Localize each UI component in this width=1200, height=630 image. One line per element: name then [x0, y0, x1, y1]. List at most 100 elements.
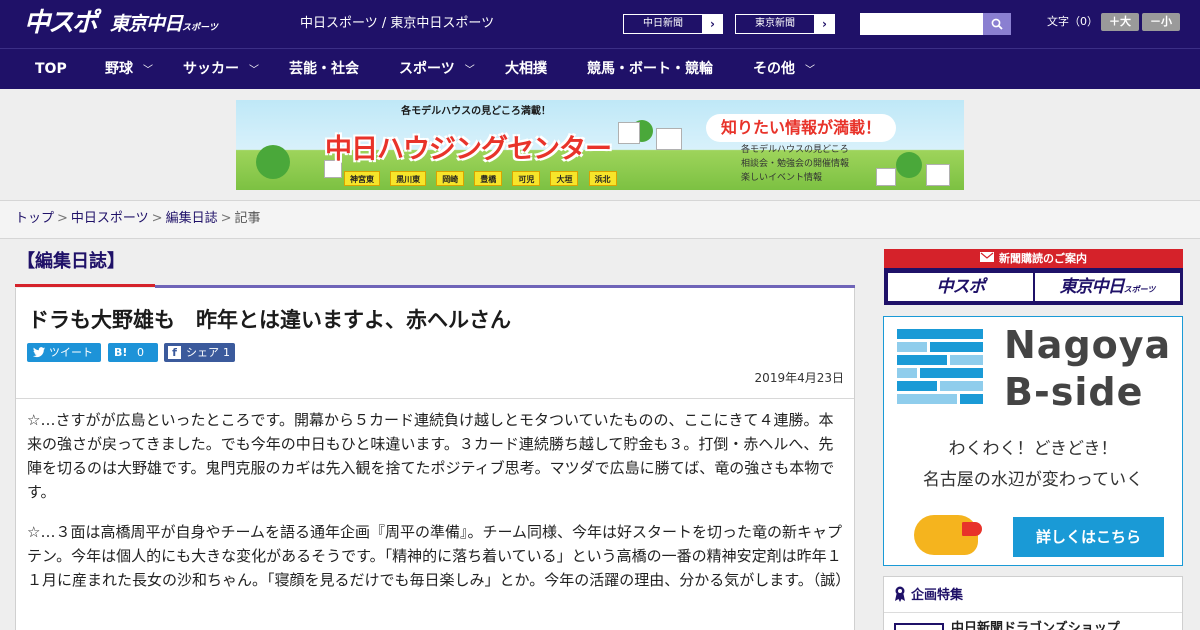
- nav-label: 野球: [105, 61, 133, 77]
- chevron-down-icon: ﹀: [249, 65, 259, 76]
- nav-label: 大相撲: [505, 61, 547, 77]
- nav-item-sumo[interactable]: 大相撲: [505, 49, 547, 89]
- tokyo-chunichi-logo-small: スポーツ: [182, 23, 218, 33]
- nav-label: その他: [753, 61, 795, 77]
- nav-item-top[interactable]: TOP: [35, 49, 67, 89]
- tile: [920, 368, 983, 378]
- subscribe-tokyo-chunichi-small: スポーツ: [1123, 285, 1156, 294]
- ad-city-list: 神宮東 黒川東 岡崎 豊橋 可児 大垣 浜北: [344, 167, 622, 186]
- nav-label: 芸能・社会: [289, 61, 359, 77]
- tweet-button[interactable]: ツイート: [27, 343, 101, 362]
- search-input[interactable]: [860, 13, 983, 35]
- tile: [897, 368, 917, 378]
- nav-item-soccer[interactable]: サッカー ﹀: [183, 49, 259, 89]
- chunichi-shimbun-link[interactable]: 中日新聞 ›: [622, 13, 724, 35]
- tile: [897, 355, 947, 365]
- facebook-share-label: シェア: [186, 346, 219, 359]
- nagoya-bside-ad[interactable]: Nagoya B-side わくわく！どきどき！ 名古屋の水辺が変わっていく 詳…: [883, 316, 1183, 566]
- hatena-icon: B!: [114, 346, 128, 359]
- chevron-right-icon: ›: [822, 17, 827, 31]
- nagoya-copy-line1: わくわく！どきどき！: [948, 439, 1118, 459]
- brick-tile-logo: [897, 329, 983, 413]
- article: ドラも大野雄も 昨年とは違いますよ、赤ヘルさん ツイート B! 0 f シェア …: [15, 288, 855, 630]
- feature-item-thumbnail[interactable]: [894, 623, 944, 630]
- breadcrumb-editorial-diary[interactable]: 編集日誌: [166, 211, 218, 226]
- ad-title: 中日ハウジングセンター: [325, 134, 612, 165]
- ad-city: 神宮東: [344, 171, 380, 186]
- hatena-bookmark-button[interactable]: B! 0: [108, 343, 158, 362]
- font-size-label: 文字（0）: [1047, 15, 1098, 28]
- housing-center-ad[interactable]: 各モデルハウスの見どころ満載！ 中日ハウジングセンター 知りたい情報が満載！ 各…: [236, 100, 964, 190]
- feature-box: 企画特集 中日新聞ドラゴンズショップ: [883, 576, 1183, 630]
- article-paragraph: ☆…３面は高橋周平が自身やチームを語る通年企画『周平の準備』。チーム同様、今年は…: [27, 523, 851, 589]
- nagoya-copy-line2: 名古屋の水辺が変わっていく: [922, 470, 1144, 490]
- facebook-share-button[interactable]: f シェア 1: [164, 343, 235, 362]
- tweet-label: ツイート: [49, 346, 93, 359]
- main-nav: TOP 野球 ﹀ サッカー ﹀ 芸能・社会 スポーツ ﹀ 大相撲 競馬・ボート・競輪 …: [0, 48, 1200, 89]
- tile: [897, 381, 937, 391]
- breadcrumb-current: 記事: [234, 211, 261, 226]
- hatena-count: 0: [137, 346, 144, 359]
- article-divider: [16, 398, 854, 399]
- chevron-down-icon: ﹀: [464, 65, 475, 76]
- ad-city: 黒川東: [390, 171, 427, 186]
- ad-city: 浜北: [588, 171, 617, 186]
- search-button[interactable]: [983, 13, 1011, 35]
- nagoya-details-button[interactable]: 詳しくはこちら: [1013, 517, 1164, 557]
- nav-item-entertainment[interactable]: 芸能・社会: [289, 49, 359, 89]
- nav-item-racing[interactable]: 競馬・ボート・競輪: [587, 49, 713, 89]
- tokyo-shimbun-label: 東京新聞: [735, 14, 815, 34]
- nav-label: TOP: [35, 61, 67, 77]
- nav-label: 競馬・ボート・競輪: [587, 61, 713, 77]
- feature-item-link[interactable]: 中日新聞ドラゴンズショップ: [951, 620, 1120, 630]
- chevron-down-icon: ﹀: [143, 65, 153, 76]
- nagoya-title-line2: B-side: [1004, 370, 1144, 414]
- ad-bullet: 各モデルハウスの見どころ: [741, 145, 849, 155]
- ribbon-icon: [894, 586, 906, 606]
- ad-bullets: 各モデルハウスの見どころ 相談会・勉強会の開催情報 楽しいイベント情報: [741, 143, 921, 185]
- nav-item-other[interactable]: その他 ﹀: [753, 49, 815, 89]
- ad-area: 各モデルハウスの見どころ満載！ 中日ハウジングセンター 知りたい情報が満載！ 各…: [0, 89, 1200, 201]
- envelope-icon: [980, 249, 994, 268]
- tokyo-chunichi-logo-text: 東京中日: [110, 13, 183, 35]
- search-icon: [991, 18, 1003, 30]
- subscription-box: 新聞購読のご案内 中スポ 東京中日スポーツ: [884, 249, 1183, 305]
- nav-item-baseball[interactable]: 野球 ﹀: [105, 49, 153, 89]
- nav-label: スポーツ: [399, 61, 455, 77]
- house-decoration: [926, 164, 950, 186]
- tile: [897, 394, 957, 404]
- chunichi-sports-logo[interactable]: 中スポ: [24, 7, 98, 39]
- tree-decoration: [256, 145, 290, 179]
- font-smaller-button[interactable]: －小: [1142, 13, 1180, 31]
- chevron-right-icon: ›: [710, 17, 715, 31]
- feature-header: 企画特集: [884, 577, 1182, 613]
- twitter-icon: [33, 347, 45, 358]
- breadcrumb-separator: >: [220, 211, 232, 226]
- tokyo-shimbun-link[interactable]: 東京新聞 ›: [734, 13, 836, 35]
- tile: [940, 381, 983, 391]
- ad-bullet: 楽しいイベント情報: [741, 173, 823, 183]
- subscription-heading[interactable]: 新聞購読のご案内: [884, 249, 1183, 268]
- nav-item-sports[interactable]: スポーツ ﹀: [399, 49, 475, 89]
- tile: [897, 342, 927, 352]
- site-name: 中日スポーツ / 東京中日スポーツ: [300, 16, 495, 31]
- ad-tagline: 知りたい情報が満載！: [706, 114, 896, 142]
- section-title: 【編集日誌】: [15, 247, 155, 287]
- article-paragraph: ☆…さすがが広島といったところです。開幕から５カード連続負け越しとモタついていた…: [27, 411, 835, 501]
- breadcrumb-separator: >: [151, 211, 163, 226]
- article-date: 2019年4月23日: [754, 371, 844, 385]
- chevron-down-icon: ﹀: [805, 65, 815, 76]
- tile: [960, 394, 983, 404]
- nav-label: サッカー: [183, 61, 239, 77]
- facebook-icon: f: [168, 346, 181, 359]
- chunichi-shimbun-label: 中日新聞: [623, 14, 703, 34]
- font-larger-button[interactable]: ＋大: [1101, 13, 1139, 31]
- breadcrumb-home[interactable]: トップ: [15, 211, 54, 226]
- subscribe-tokyo-chunichi[interactable]: 東京中日スポーツ: [1035, 273, 1180, 301]
- tile: [897, 329, 983, 339]
- subscribe-chunichi-sports[interactable]: 中スポ: [888, 273, 1033, 301]
- breadcrumb-chunichi-sports[interactable]: 中日スポーツ: [71, 211, 149, 226]
- tokyo-chunichi-logo[interactable]: 東京中日スポーツ: [110, 10, 218, 42]
- ad-city: 豊橋: [474, 171, 503, 186]
- ad-city: 大垣: [550, 171, 579, 186]
